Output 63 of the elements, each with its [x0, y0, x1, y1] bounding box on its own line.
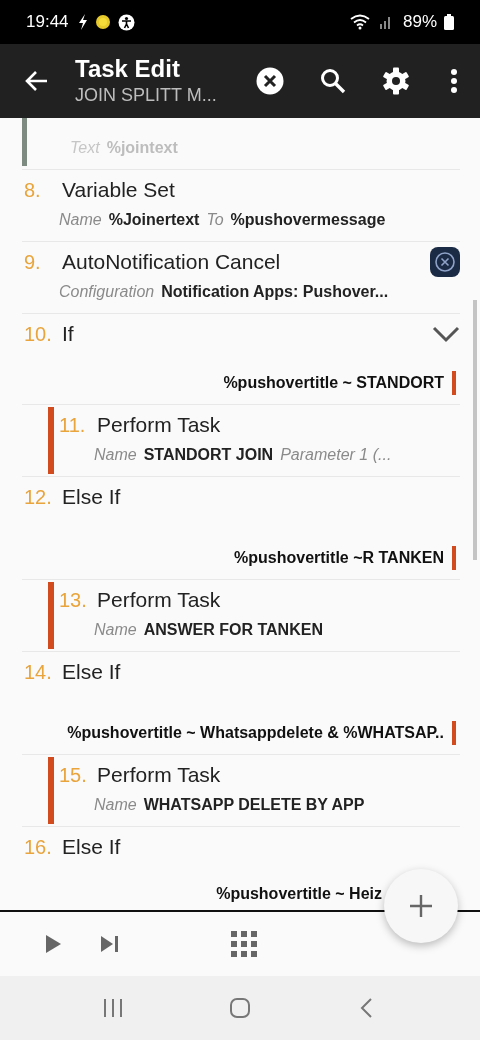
plus-icon	[409, 894, 433, 918]
argument-value: %Joinertext	[108, 210, 200, 230]
block-bar	[48, 757, 54, 824]
action-title[interactable]: Else If	[62, 660, 121, 684]
argument-value: ANSWER FOR TANKEN	[143, 620, 323, 640]
action-title[interactable]: Else If	[62, 835, 121, 859]
action-title[interactable]: Perform Task	[97, 763, 221, 787]
argument-label: Name	[94, 445, 137, 465]
task-name: JOIN SPLITT M...	[75, 84, 218, 107]
condition-text: %pushovertitle ~ STANDORT	[223, 374, 444, 392]
condition-bar	[452, 546, 456, 570]
condition-bar	[452, 721, 456, 745]
block-bar	[48, 407, 54, 474]
action-title[interactable]: AutoNotification Cancel	[62, 250, 281, 274]
accessibility-icon	[117, 13, 135, 31]
screen-title: Task Edit	[75, 55, 181, 83]
action-number: 12.	[24, 485, 53, 509]
action-title[interactable]: Variable Set	[62, 178, 175, 202]
chevron-down-icon[interactable]	[432, 325, 460, 343]
wifi-icon	[349, 14, 372, 30]
condition-text: %pushovertitle ~R TANKEN	[234, 549, 444, 567]
argument-value: STANDORT JOIN	[143, 445, 274, 465]
action-number: 13.	[59, 588, 88, 612]
action-number: 14.	[24, 660, 53, 684]
bolt-icon	[77, 14, 88, 30]
action-number: 8.	[24, 178, 42, 202]
sun-icon	[94, 14, 111, 30]
settings-icon[interactable]	[382, 67, 410, 95]
action-number: 11.	[59, 413, 87, 437]
action-title[interactable]: If	[62, 322, 74, 346]
argument-label: To	[206, 210, 224, 230]
action-title[interactable]: Perform Task	[97, 413, 221, 437]
signal-icon	[378, 14, 393, 30]
condition-bar	[452, 371, 456, 395]
argument-label: Configuration	[59, 282, 155, 302]
block-bar	[48, 582, 54, 649]
more-options-icon[interactable]	[450, 68, 458, 94]
argument-value: Notification Apps: Pushover...	[161, 282, 389, 302]
condition-text: %pushovertitle ~ Heiz	[216, 885, 382, 903]
step-icon[interactable]	[99, 933, 121, 955]
action-number: 15.	[59, 763, 88, 787]
recent-apps-icon[interactable]	[102, 997, 125, 1019]
search-icon[interactable]	[320, 68, 346, 94]
argument-value: %pushovermessage	[230, 210, 386, 230]
action-number: 10.	[24, 322, 53, 346]
action-title[interactable]: Perform Task	[97, 588, 221, 612]
grid-icon[interactable]	[231, 931, 257, 957]
argument-label: Name	[59, 210, 102, 230]
condition-text: %pushovertitle ~ Whatsappdelete & %WHATSAP..	[67, 724, 444, 742]
argument-label: Parameter 1 (...	[280, 445, 392, 465]
argument-value: %jointext	[106, 138, 178, 158]
status-time: 19:44	[26, 12, 69, 32]
argument-value: WHATSAPP DELETE BY APP	[143, 795, 365, 815]
home-icon[interactable]	[229, 997, 251, 1019]
clear-icon[interactable]	[256, 67, 284, 95]
argument-label: Name	[94, 620, 137, 640]
action-title[interactable]: Else If	[62, 485, 121, 509]
action-number: 9.	[24, 250, 42, 274]
argument-label: Name	[94, 795, 137, 815]
battery-icon	[444, 14, 454, 30]
battery-percent: 89%	[402, 12, 437, 32]
action-number: 16.	[24, 835, 53, 859]
plugin-app-icon[interactable]	[430, 247, 460, 277]
